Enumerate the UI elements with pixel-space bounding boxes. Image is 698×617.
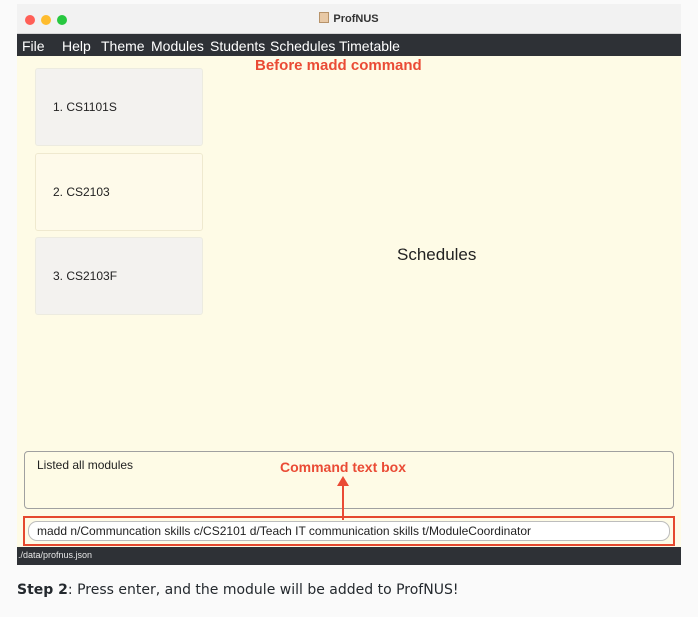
menu-timetable[interactable]: Timetable	[339, 38, 400, 54]
module-card-label: 1. CS1101S	[53, 100, 117, 114]
module-card-label: 3. CS2103F	[53, 269, 118, 283]
command-input[interactable]: madd n/Communcation skills c/CS2101 d/Te…	[28, 521, 670, 541]
caption-text: : Press enter, and the module will be ad…	[67, 582, 459, 598]
title-bar: ProfNUS	[17, 4, 681, 34]
schedules-placeholder: Schedules	[397, 245, 477, 264]
menu-file[interactable]: File	[22, 38, 45, 54]
app-window: ProfNUS File Help Theme Modules Students…	[17, 4, 681, 565]
annotation-arrow-icon	[337, 476, 349, 520]
caption-step: Step 2	[17, 582, 68, 598]
module-card[interactable]: 1. CS1101S	[35, 68, 203, 146]
module-card-label: 2. CS2103	[53, 185, 110, 199]
menu-schedules[interactable]: Schedules	[270, 38, 335, 54]
module-card[interactable]: 2. CS2103	[35, 153, 203, 231]
menu-bar: File Help Theme Modules Students Schedul…	[17, 34, 681, 56]
status-bar: ./data/profnus.json	[17, 547, 681, 565]
annotation-before-madd: Before madd command	[255, 57, 422, 74]
data-file-path: ./data/profnus.json	[18, 550, 93, 560]
caption: Step 2: Press enter, and the module will…	[17, 582, 458, 598]
command-highlight-frame: madd n/Communcation skills c/CS2101 d/Te…	[23, 516, 675, 546]
app-icon	[319, 12, 330, 23]
menu-students[interactable]: Students	[210, 38, 265, 54]
menu-modules[interactable]: Modules	[151, 38, 204, 54]
screenshot-page: ProfNUS File Help Theme Modules Students…	[0, 0, 698, 617]
menu-theme[interactable]: Theme	[101, 38, 145, 54]
main-panel: 1. CS1101S 2. CS2103 3. CS2103F Before m…	[17, 56, 681, 450]
menu-help[interactable]: Help	[62, 38, 91, 54]
annotation-command-text-box: Command text box	[280, 459, 407, 475]
module-card[interactable]: 3. CS2103F	[35, 237, 203, 315]
window-title-group: ProfNUS	[17, 12, 681, 25]
window-title: ProfNUS	[333, 13, 379, 25]
result-text: Listed all modules	[37, 458, 134, 472]
